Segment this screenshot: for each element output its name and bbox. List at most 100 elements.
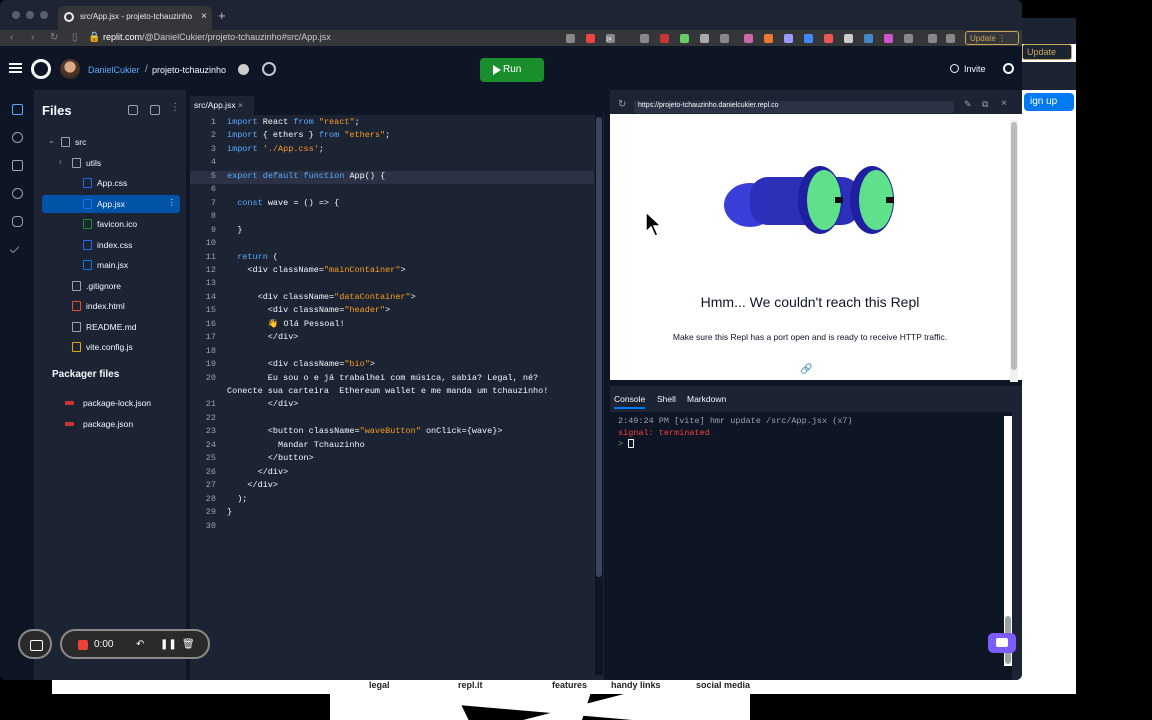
replit-logo-icon[interactable]: [31, 59, 51, 79]
file-tree-item[interactable]: index.css: [42, 236, 180, 254]
close-editor-tab-icon[interactable]: ×: [238, 100, 243, 110]
editor-scroll-thumb[interactable]: [596, 117, 602, 577]
camera-icon[interactable]: [18, 629, 52, 659]
code-line[interactable]: Conecte sua carteira Ethereum wallet e m…: [227, 386, 548, 396]
footer-link-legal[interactable]: legal: [369, 680, 390, 690]
code-line[interactable]: <div className="header">: [227, 305, 390, 315]
reload-icon[interactable]: ↻: [50, 32, 58, 43]
webview-scrollbar[interactable]: [1010, 120, 1018, 382]
link-icon[interactable]: 🔗: [800, 364, 812, 375]
profile-icon[interactable]: [928, 34, 937, 43]
avatar[interactable]: [60, 59, 80, 79]
stop-record-button[interactable]: [78, 640, 88, 650]
console-output[interactable]: 2:49:24 PM [vite] hmr update /src/App.js…: [610, 412, 1012, 680]
code-line[interactable]: </div>: [227, 480, 278, 490]
files-tool-icon[interactable]: [12, 104, 23, 115]
settings-gear-icon[interactable]: [12, 188, 23, 199]
editor-scrollbar[interactable]: [595, 115, 603, 675]
close-window-dot[interactable]: [12, 11, 20, 19]
camera-extension-icon[interactable]: [640, 34, 649, 43]
webview-scroll-thumb[interactable]: [1011, 122, 1017, 370]
webview-url-field[interactable]: https://projeto-tchauzinho.danielcukier.…: [634, 101, 954, 113]
twitter-extension-icon[interactable]: [864, 34, 873, 43]
file-tree-item[interactable]: favicon.ico: [42, 215, 180, 233]
tab-shell[interactable]: Shell: [657, 394, 676, 404]
project-name[interactable]: projeto-tchauzinho: [152, 65, 226, 75]
file-tree-item[interactable]: › utils: [42, 154, 180, 172]
extension-badge-icon[interactable]: 24: [606, 34, 615, 43]
code-line[interactable]: <button className="waveButton" onClick={…: [227, 426, 503, 436]
close-tab-icon[interactable]: ×: [201, 11, 207, 22]
code-line[interactable]: <div className="mainContainer">: [227, 265, 405, 275]
footer-link-features[interactable]: features: [552, 680, 587, 690]
brave-icon[interactable]: [586, 34, 595, 43]
version-control-icon[interactable]: [12, 132, 23, 143]
packager-file-item[interactable]: package.json: [42, 415, 180, 433]
editor-tab[interactable]: src/App.jsx ×: [190, 96, 254, 116]
pause-icon[interactable]: ❚❚: [160, 639, 177, 650]
code-line[interactable]: 👋 Olá Pessoal!: [227, 319, 345, 329]
console-scrollbar[interactable]: [1004, 416, 1012, 666]
window-icon[interactable]: [946, 34, 955, 43]
browser-update-button[interactable]: Update ⋮: [965, 31, 1019, 45]
red-extension-icon[interactable]: [660, 34, 669, 43]
minimize-window-dot[interactable]: [26, 11, 34, 19]
background-signup-button[interactable]: ign up: [1024, 93, 1074, 111]
username-link[interactable]: DanielCukier: [88, 65, 140, 75]
code-line[interactable]: export default function App() {: [227, 171, 385, 181]
project-language-icon[interactable]: [238, 64, 249, 75]
file-tree-item[interactable]: index.html: [42, 297, 180, 315]
browser-tab[interactable]: src/App.jsx - projeto-tchauzinho ×: [58, 6, 212, 30]
code-line[interactable]: </div>: [227, 399, 299, 409]
new-file-icon[interactable]: [128, 105, 138, 115]
code-line[interactable]: return (: [227, 252, 278, 262]
background-update-button[interactable]: Update: [1022, 44, 1072, 60]
file-tree-item[interactable]: main.jsx: [42, 256, 180, 274]
file-tree-item[interactable]: App.jsx ⋮: [42, 194, 180, 213]
packager-file-item[interactable]: package-lock.json: [42, 394, 180, 412]
code-line[interactable]: <div className="bio">: [227, 359, 375, 369]
footer-link-handy[interactable]: handy links: [611, 680, 661, 690]
code-line[interactable]: <div className="dataContainer">: [227, 292, 416, 302]
cast-icon[interactable]: [566, 34, 575, 43]
file-tree-item[interactable]: vite.config.js: [42, 338, 180, 356]
code-line[interactable]: </div>: [227, 332, 299, 342]
code-line[interactable]: import './App.css';: [227, 144, 324, 154]
url-field[interactable]: 🔒 replit.com/@DanielCukier/projeto-tchau…: [88, 31, 558, 45]
fox-extension-icon[interactable]: [764, 34, 773, 43]
open-new-tab-icon[interactable]: ⧉: [982, 99, 988, 110]
code-area[interactable]: 1 import React from "react"; 2 import { eth…: [190, 117, 594, 677]
code-line[interactable]: Eu sou o e já trabalhei com música, sabi…: [227, 373, 538, 383]
tag-extension-icon[interactable]: [720, 34, 729, 43]
new-folder-icon[interactable]: [150, 105, 160, 115]
new-tab-icon[interactable]: +: [218, 8, 226, 23]
puzzle-icon[interactable]: [904, 34, 913, 43]
invite-button[interactable]: Invite: [944, 58, 994, 80]
chevron-icon[interactable]: ⌄: [48, 136, 55, 145]
zoom-window-dot[interactable]: [40, 11, 48, 19]
history-icon[interactable]: [262, 62, 276, 76]
code-line[interactable]: import { ethers } from "ethers";: [227, 130, 390, 140]
pink-extension-icon[interactable]: [744, 34, 753, 43]
close-webview-icon[interactable]: ×: [1001, 98, 1007, 109]
files-more-icon[interactable]: ⋮: [170, 102, 180, 113]
code-line[interactable]: Mandar Tchauzinho: [227, 440, 365, 450]
white-extension-icon[interactable]: [844, 34, 853, 43]
tab-markdown[interactable]: Markdown: [687, 394, 726, 404]
checkmark-icon[interactable]: [9, 243, 20, 254]
magenta-extension-icon[interactable]: [884, 34, 893, 43]
menu-icon[interactable]: [9, 63, 22, 73]
file-tree-item[interactable]: App.css: [42, 174, 180, 192]
orange-extension-icon[interactable]: [824, 34, 833, 43]
run-button[interactable]: Run: [480, 58, 544, 82]
file-more-icon[interactable]: ⋮: [168, 197, 177, 208]
search-icon[interactable]: [1003, 63, 1014, 74]
code-line[interactable]: const wave = () => {: [227, 198, 339, 208]
footer-link-replit[interactable]: repl.it: [458, 680, 483, 690]
bookmark-icon[interactable]: ▯: [72, 32, 78, 43]
code-line[interactable]: </div>: [227, 467, 289, 477]
green-extension-icon[interactable]: [680, 34, 689, 43]
grey-extension-icon[interactable]: [700, 34, 709, 43]
file-tree-item[interactable]: README.md: [42, 318, 180, 336]
chat-button[interactable]: [988, 633, 1016, 653]
